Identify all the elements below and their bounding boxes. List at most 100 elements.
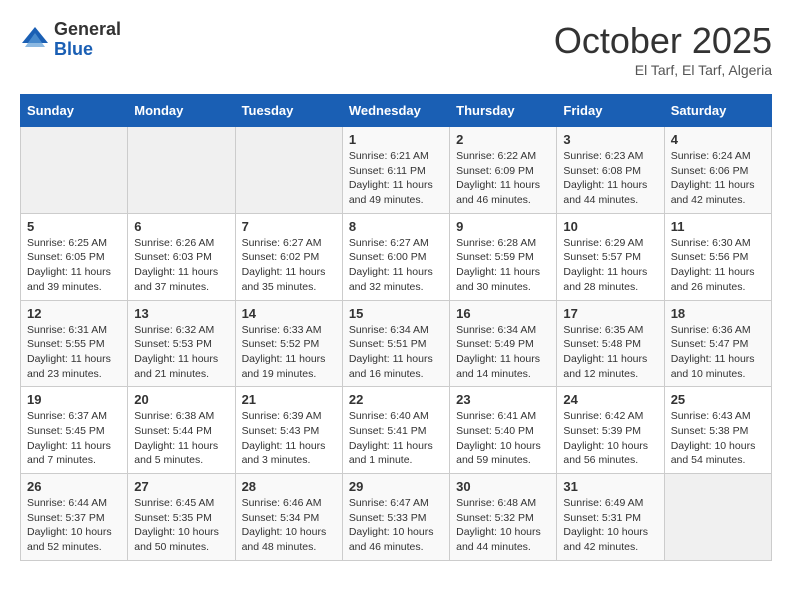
calendar-cell: 20 Sunrise: 6:38 AM Sunset: 5:44 PM Dayl…	[128, 387, 235, 474]
day-info: Sunrise: 6:42 AM Sunset: 5:39 PM Dayligh…	[563, 409, 657, 468]
calendar-week-row: 19 Sunrise: 6:37 AM Sunset: 5:45 PM Dayl…	[21, 387, 772, 474]
daylight-text: Daylight: 11 hours and 14 minutes.	[456, 353, 540, 380]
day-number: 4	[671, 132, 765, 147]
day-number: 5	[27, 219, 121, 234]
day-info: Sunrise: 6:39 AM Sunset: 5:43 PM Dayligh…	[242, 409, 336, 468]
logo-general-text: General	[54, 20, 121, 40]
calendar-week-row: 12 Sunrise: 6:31 AM Sunset: 5:55 PM Dayl…	[21, 300, 772, 387]
sunset-text: Sunset: 5:32 PM	[456, 512, 534, 524]
day-info: Sunrise: 6:34 AM Sunset: 5:49 PM Dayligh…	[456, 323, 550, 382]
sunset-text: Sunset: 5:38 PM	[671, 425, 749, 437]
sunset-text: Sunset: 5:57 PM	[563, 251, 641, 263]
sunrise-text: Sunrise: 6:45 AM	[134, 497, 214, 509]
calendar-cell: 6 Sunrise: 6:26 AM Sunset: 6:03 PM Dayli…	[128, 213, 235, 300]
calendar-cell: 27 Sunrise: 6:45 AM Sunset: 5:35 PM Dayl…	[128, 474, 235, 561]
daylight-text: Daylight: 11 hours and 32 minutes.	[349, 266, 433, 293]
weekday-header-row: SundayMondayTuesdayWednesdayThursdayFrid…	[21, 95, 772, 127]
weekday-header-saturday: Saturday	[664, 95, 771, 127]
sunrise-text: Sunrise: 6:41 AM	[456, 410, 536, 422]
day-info: Sunrise: 6:44 AM Sunset: 5:37 PM Dayligh…	[27, 496, 121, 555]
month-title: October 2025	[554, 20, 772, 62]
day-number: 6	[134, 219, 228, 234]
daylight-text: Daylight: 10 hours and 56 minutes.	[563, 440, 648, 467]
sunrise-text: Sunrise: 6:25 AM	[27, 237, 107, 249]
day-info: Sunrise: 6:41 AM Sunset: 5:40 PM Dayligh…	[456, 409, 550, 468]
sunrise-text: Sunrise: 6:32 AM	[134, 324, 214, 336]
calendar-cell: 7 Sunrise: 6:27 AM Sunset: 6:02 PM Dayli…	[235, 213, 342, 300]
daylight-text: Daylight: 11 hours and 30 minutes.	[456, 266, 540, 293]
day-info: Sunrise: 6:49 AM Sunset: 5:31 PM Dayligh…	[563, 496, 657, 555]
calendar-cell: 28 Sunrise: 6:46 AM Sunset: 5:34 PM Dayl…	[235, 474, 342, 561]
sunrise-text: Sunrise: 6:49 AM	[563, 497, 643, 509]
sunset-text: Sunset: 6:02 PM	[242, 251, 320, 263]
day-info: Sunrise: 6:47 AM Sunset: 5:33 PM Dayligh…	[349, 496, 443, 555]
calendar-cell: 29 Sunrise: 6:47 AM Sunset: 5:33 PM Dayl…	[342, 474, 449, 561]
day-number: 12	[27, 306, 121, 321]
calendar-cell: 21 Sunrise: 6:39 AM Sunset: 5:43 PM Dayl…	[235, 387, 342, 474]
calendar-cell	[21, 127, 128, 214]
day-info: Sunrise: 6:27 AM Sunset: 6:00 PM Dayligh…	[349, 236, 443, 295]
daylight-text: Daylight: 11 hours and 12 minutes.	[563, 353, 647, 380]
weekday-header-tuesday: Tuesday	[235, 95, 342, 127]
day-info: Sunrise: 6:40 AM Sunset: 5:41 PM Dayligh…	[349, 409, 443, 468]
day-number: 8	[349, 219, 443, 234]
daylight-text: Daylight: 11 hours and 23 minutes.	[27, 353, 111, 380]
daylight-text: Daylight: 11 hours and 39 minutes.	[27, 266, 111, 293]
day-number: 2	[456, 132, 550, 147]
sunset-text: Sunset: 6:05 PM	[27, 251, 105, 263]
daylight-text: Daylight: 11 hours and 37 minutes.	[134, 266, 218, 293]
sunrise-text: Sunrise: 6:37 AM	[27, 410, 107, 422]
sunset-text: Sunset: 5:49 PM	[456, 338, 534, 350]
calendar-cell: 22 Sunrise: 6:40 AM Sunset: 5:41 PM Dayl…	[342, 387, 449, 474]
daylight-text: Daylight: 11 hours and 46 minutes.	[456, 179, 540, 206]
day-info: Sunrise: 6:24 AM Sunset: 6:06 PM Dayligh…	[671, 149, 765, 208]
day-info: Sunrise: 6:46 AM Sunset: 5:34 PM Dayligh…	[242, 496, 336, 555]
sunrise-text: Sunrise: 6:24 AM	[671, 150, 751, 162]
day-number: 9	[456, 219, 550, 234]
logo-text: General Blue	[54, 20, 121, 60]
calendar-week-row: 5 Sunrise: 6:25 AM Sunset: 6:05 PM Dayli…	[21, 213, 772, 300]
calendar-cell: 26 Sunrise: 6:44 AM Sunset: 5:37 PM Dayl…	[21, 474, 128, 561]
daylight-text: Daylight: 11 hours and 16 minutes.	[349, 353, 433, 380]
daylight-text: Daylight: 11 hours and 3 minutes.	[242, 440, 326, 467]
sunset-text: Sunset: 5:53 PM	[134, 338, 212, 350]
sunset-text: Sunset: 6:11 PM	[349, 165, 426, 177]
calendar-cell	[664, 474, 771, 561]
calendar-cell: 14 Sunrise: 6:33 AM Sunset: 5:52 PM Dayl…	[235, 300, 342, 387]
calendar-cell: 9 Sunrise: 6:28 AM Sunset: 5:59 PM Dayli…	[450, 213, 557, 300]
day-number: 21	[242, 392, 336, 407]
sunrise-text: Sunrise: 6:43 AM	[671, 410, 751, 422]
day-info: Sunrise: 6:35 AM Sunset: 5:48 PM Dayligh…	[563, 323, 657, 382]
calendar-cell: 5 Sunrise: 6:25 AM Sunset: 6:05 PM Dayli…	[21, 213, 128, 300]
sunrise-text: Sunrise: 6:34 AM	[349, 324, 429, 336]
sunrise-text: Sunrise: 6:40 AM	[349, 410, 429, 422]
daylight-text: Daylight: 11 hours and 5 minutes.	[134, 440, 218, 467]
weekday-header-wednesday: Wednesday	[342, 95, 449, 127]
sunset-text: Sunset: 5:56 PM	[671, 251, 749, 263]
day-number: 26	[27, 479, 121, 494]
day-number: 7	[242, 219, 336, 234]
day-number: 20	[134, 392, 228, 407]
day-number: 13	[134, 306, 228, 321]
sunset-text: Sunset: 6:06 PM	[671, 165, 749, 177]
daylight-text: Daylight: 10 hours and 44 minutes.	[456, 526, 541, 553]
calendar-week-row: 1 Sunrise: 6:21 AM Sunset: 6:11 PM Dayli…	[21, 127, 772, 214]
sunrise-text: Sunrise: 6:38 AM	[134, 410, 214, 422]
calendar-cell: 17 Sunrise: 6:35 AM Sunset: 5:48 PM Dayl…	[557, 300, 664, 387]
calendar-cell: 12 Sunrise: 6:31 AM Sunset: 5:55 PM Dayl…	[21, 300, 128, 387]
sunrise-text: Sunrise: 6:26 AM	[134, 237, 214, 249]
calendar-cell: 24 Sunrise: 6:42 AM Sunset: 5:39 PM Dayl…	[557, 387, 664, 474]
sunrise-text: Sunrise: 6:39 AM	[242, 410, 322, 422]
sunset-text: Sunset: 5:34 PM	[242, 512, 320, 524]
sunset-text: Sunset: 5:41 PM	[349, 425, 427, 437]
weekday-header-monday: Monday	[128, 95, 235, 127]
day-number: 29	[349, 479, 443, 494]
sunset-text: Sunset: 5:35 PM	[134, 512, 212, 524]
daylight-text: Daylight: 10 hours and 48 minutes.	[242, 526, 327, 553]
calendar-cell: 8 Sunrise: 6:27 AM Sunset: 6:00 PM Dayli…	[342, 213, 449, 300]
sunset-text: Sunset: 5:43 PM	[242, 425, 320, 437]
sunrise-text: Sunrise: 6:34 AM	[456, 324, 536, 336]
day-number: 19	[27, 392, 121, 407]
day-number: 16	[456, 306, 550, 321]
sunset-text: Sunset: 5:48 PM	[563, 338, 641, 350]
